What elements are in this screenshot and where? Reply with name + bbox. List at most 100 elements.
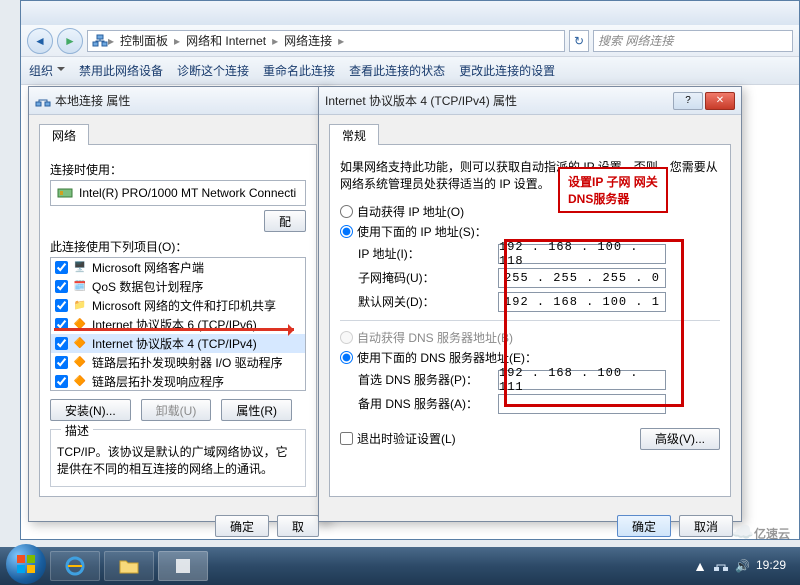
list-item: 📁Microsoft 网络的文件和打印机共享 bbox=[51, 296, 305, 315]
tray-clock[interactable]: 19:29 bbox=[756, 559, 786, 572]
qos-icon: 🗓️ bbox=[72, 279, 88, 295]
protocol-icon: 🔶 bbox=[72, 355, 88, 371]
network-icon bbox=[92, 33, 108, 49]
connect-using-label: 连接时使用： bbox=[50, 161, 306, 178]
components-list[interactable]: 🖥️Microsoft 网络客户端 🗓️QoS 数据包计划程序 📁Microso… bbox=[50, 257, 306, 391]
protocol-icon: 🔶 bbox=[72, 336, 88, 352]
auto-dns-radio bbox=[340, 331, 353, 344]
item-checkbox[interactable] bbox=[55, 261, 68, 274]
cancel-button[interactable]: 取消 bbox=[679, 515, 733, 537]
properties-button[interactable]: 属性(R) bbox=[221, 399, 292, 421]
lan-properties-dialog: 本地连接 属性 网络 连接时使用： Intel(R) PRO/1000 MT N… bbox=[28, 86, 328, 522]
ok-button[interactable]: 确定 bbox=[215, 515, 269, 537]
use-ip-radio[interactable] bbox=[340, 225, 353, 238]
pref-dns-input[interactable]: 192 . 168 . 100 . 111 bbox=[498, 370, 666, 390]
toolbar-rename[interactable]: 重命名此连接 bbox=[263, 62, 335, 79]
start-button[interactable] bbox=[6, 544, 46, 584]
adapter-name: Intel(R) PRO/1000 MT Network Connecti bbox=[79, 186, 296, 200]
description-text: TCP/IP。该协议是默认的广域网络协议，它提供在不同的相互连接的网络上的通讯。 bbox=[57, 443, 299, 477]
tray-network-icon[interactable] bbox=[713, 557, 729, 576]
explorer-toolbar: 组织 禁用此网络设备 诊断这个连接 重命名此连接 查看此连接的状态 更改此连接的… bbox=[21, 57, 799, 85]
list-item: 🗓️QoS 数据包计划程序 bbox=[51, 277, 305, 296]
item-checkbox[interactable] bbox=[55, 280, 68, 293]
share-icon: 📁 bbox=[72, 298, 88, 314]
chevron-down-icon bbox=[57, 67, 65, 75]
ipv4-properties-dialog: Internet 协议版本 4 (TCP/IPv4) 属性 ? ✕ 常规 如果网… bbox=[318, 86, 742, 522]
lan-dialog-title: 本地连接 属性 bbox=[55, 92, 130, 109]
search-placeholder: 搜索 网络连接 bbox=[598, 32, 673, 49]
taskbar-app[interactable] bbox=[158, 551, 208, 581]
adapter-field: Intel(R) PRO/1000 MT Network Connecti bbox=[50, 180, 306, 206]
annotation-arrow bbox=[54, 328, 294, 331]
system-tray: ▲ 🔊 19:29 bbox=[693, 557, 794, 576]
list-item: 🔶链路层拓扑发现响应程序 bbox=[51, 372, 305, 391]
alt-dns-label: 备用 DNS 服务器(A)： bbox=[358, 395, 498, 412]
install-button[interactable]: 安装(N)... bbox=[50, 399, 131, 421]
lan-dialog-titlebar: 本地连接 属性 bbox=[29, 87, 327, 115]
advanced-button[interactable]: 高级(V)... bbox=[640, 428, 720, 450]
alt-dns-input[interactable] bbox=[498, 394, 666, 414]
item-checkbox[interactable] bbox=[55, 299, 68, 312]
toolbar-organize[interactable]: 组织 bbox=[29, 62, 65, 79]
items-label: 此连接使用下列项目(O)： bbox=[50, 238, 306, 255]
crumb-2[interactable]: 网络连接 bbox=[278, 32, 338, 49]
tray-flag-icon[interactable]: ▲ bbox=[693, 558, 707, 574]
description-title: 描述 bbox=[61, 422, 93, 439]
item-checkbox[interactable] bbox=[55, 375, 68, 388]
ip-input[interactable]: 192 . 168 . 100 . 118 bbox=[498, 244, 666, 264]
protocol-icon: 🔶 bbox=[72, 374, 88, 390]
explorer-titlebar bbox=[21, 1, 799, 25]
toolbar-status[interactable]: 查看此连接的状态 bbox=[349, 62, 445, 79]
toolbar-diagnose[interactable]: 诊断这个连接 bbox=[177, 62, 249, 79]
address-bar[interactable]: ▸ 控制面板 ▸ 网络和 Internet ▸ 网络连接 ▸ bbox=[87, 30, 565, 52]
validate-checkbox[interactable] bbox=[340, 432, 353, 445]
ipv4-dialog-titlebar: Internet 协议版本 4 (TCP/IPv4) 属性 ? ✕ bbox=[319, 87, 741, 115]
network-icon bbox=[35, 93, 51, 109]
crumb-0[interactable]: 控制面板 bbox=[114, 32, 174, 49]
use-dns-radio[interactable] bbox=[340, 351, 353, 364]
configure-button[interactable]: 配 bbox=[264, 210, 306, 232]
nav-forward-button[interactable]: ► bbox=[57, 28, 83, 54]
taskbar: ▲ 🔊 19:29 bbox=[0, 547, 800, 585]
validate-label: 退出时验证设置(L) bbox=[357, 430, 456, 447]
gateway-label: 默认网关(D)： bbox=[358, 293, 498, 310]
ok-button[interactable]: 确定 bbox=[617, 515, 671, 537]
refresh-button[interactable]: ↻ bbox=[569, 30, 589, 52]
crumb-1[interactable]: 网络和 Internet bbox=[180, 32, 272, 49]
help-button[interactable]: ? bbox=[673, 92, 703, 110]
auto-dns-label: 自动获得 DNS 服务器地址(B) bbox=[357, 329, 513, 346]
ip-label: IP 地址(I)： bbox=[358, 245, 498, 262]
subnet-input[interactable]: 255 . 255 . 255 . 0 bbox=[498, 268, 666, 288]
tray-sound-icon[interactable]: 🔊 bbox=[735, 559, 750, 573]
description-group: 描述 TCP/IP。该协议是默认的广域网络协议，它提供在不同的相互连接的网络上的… bbox=[50, 429, 306, 487]
gateway-input[interactable]: 192 . 168 . 100 . 1 bbox=[498, 292, 666, 312]
list-item: 🔶链路层拓扑发现映射器 I/O 驱动程序 bbox=[51, 353, 305, 372]
list-item: 🔶Internet 协议版本 6 (TCP/IPv6) bbox=[51, 315, 305, 334]
annotation-callout: 设置IP 子网 网关 DNS服务器 bbox=[558, 167, 668, 213]
client-icon: 🖥️ bbox=[72, 260, 88, 276]
tab-network[interactable]: 网络 bbox=[39, 124, 89, 145]
use-dns-label: 使用下面的 DNS 服务器地址(E)： bbox=[357, 349, 537, 366]
close-button[interactable]: ✕ bbox=[705, 92, 735, 110]
subnet-label: 子网掩码(U)： bbox=[358, 269, 498, 286]
cancel-button[interactable]: 取 bbox=[277, 515, 319, 537]
adapter-icon bbox=[57, 185, 73, 201]
taskbar-ie[interactable] bbox=[50, 551, 100, 581]
toolbar-disable[interactable]: 禁用此网络设备 bbox=[79, 62, 163, 79]
explorer-nav: ◄ ► ▸ 控制面板 ▸ 网络和 Internet ▸ 网络连接 ▸ ↻ 搜索 … bbox=[21, 25, 799, 57]
tab-general[interactable]: 常规 bbox=[329, 124, 379, 145]
auto-ip-radio[interactable] bbox=[340, 205, 353, 218]
toolbar-settings[interactable]: 更改此连接的设置 bbox=[459, 62, 555, 79]
ipv4-dialog-title: Internet 协议版本 4 (TCP/IPv4) 属性 bbox=[325, 92, 517, 109]
use-ip-label: 使用下面的 IP 地址(S)： bbox=[357, 223, 487, 240]
list-item: 🔶Internet 协议版本 4 (TCP/IPv4) bbox=[51, 334, 305, 353]
search-input[interactable]: 搜索 网络连接 bbox=[593, 30, 793, 52]
nav-back-button[interactable]: ◄ bbox=[27, 28, 53, 54]
pref-dns-label: 首选 DNS 服务器(P)： bbox=[358, 371, 498, 388]
auto-ip-label: 自动获得 IP 地址(O) bbox=[357, 203, 464, 220]
watermark: ☁️亿速云 bbox=[732, 522, 790, 543]
taskbar-explorer[interactable] bbox=[104, 551, 154, 581]
item-checkbox[interactable] bbox=[55, 337, 68, 350]
item-checkbox[interactable] bbox=[55, 356, 68, 369]
uninstall-button: 卸载(U) bbox=[141, 399, 212, 421]
